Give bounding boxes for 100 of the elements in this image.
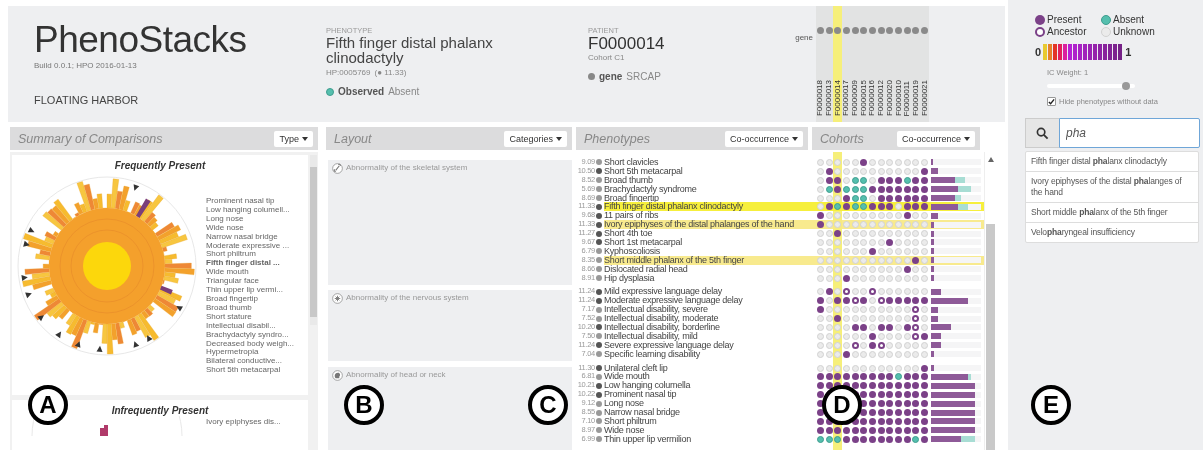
phenotype-label[interactable]: Low hanging columell... [206, 205, 295, 215]
patient-id: F0000013 [825, 79, 834, 116]
phenotype-name[interactable]: Intellectual disability, moderate [604, 314, 812, 324]
patient-column[interactable]: F0000016 [868, 6, 877, 122]
phenotype-label[interactable]: Broad thumb [206, 303, 295, 313]
patient-column[interactable]: F0000010 [894, 6, 903, 122]
phenotype-name[interactable]: Mild expressive language delay [604, 287, 812, 297]
scrollbar-thumb[interactable] [986, 224, 995, 450]
phenotype-name[interactable]: 11 pairs of ribs [604, 211, 812, 221]
caret-icon [556, 136, 562, 141]
phenotype-label[interactable]: Hypermetropia [206, 348, 295, 358]
phenotype-label[interactable]: Decreased body weigh... [206, 339, 295, 349]
patient-id: F0000020 [885, 79, 894, 116]
phenotype-name[interactable]: Narrow nasal bridge [604, 408, 812, 417]
checkbox[interactable] [1047, 97, 1056, 106]
search-field[interactable]: pha [1059, 118, 1200, 148]
patient-column[interactable]: F0000020 [885, 6, 895, 122]
phenotype-label[interactable]: Broad fingertip [206, 294, 295, 304]
suggestion-item[interactable]: Ivory epiphyses of the distal phalanges of the hand [1026, 171, 1198, 202]
ic-dot [596, 203, 602, 210]
patient-column[interactable]: F0000015 [859, 6, 869, 122]
suggestion-item[interactable]: Short middle phalanx of the 5th finger [1026, 202, 1198, 222]
phenotype-name[interactable]: Fifth finger distal phalanx clinodactyly [604, 202, 812, 212]
phenotype-name[interactable]: Broad fingertip [604, 193, 812, 203]
patient-column[interactable]: F0000012 [876, 6, 886, 122]
patient-column[interactable]: F0000019 [911, 6, 921, 122]
slider-thumb[interactable] [1122, 82, 1131, 90]
patient-id: F0000014 [588, 35, 665, 53]
phenotype-label[interactable]: Intellectual disabil... [206, 321, 295, 331]
phenotype-name[interactable]: Hip dysplasia [604, 273, 812, 283]
phenotype-name[interactable]: Thin upper lip vermilion [604, 434, 812, 444]
dropdown-button[interactable]: Categories [504, 130, 567, 147]
phenotype-name[interactable]: Long nose [604, 399, 812, 409]
ic-value: (● 11.33) [374, 68, 407, 77]
suggestion-item[interactable]: Fifth finger distal phalanx clinodactyly [1026, 152, 1198, 171]
phenotype-name[interactable]: Wide nose [604, 425, 812, 435]
phenotype-name[interactable]: Moderate expressive language delay [604, 296, 812, 306]
panel-title: Phenotypes [584, 131, 651, 146]
phenotype-name[interactable]: Ivory epiphyses of the distal phalanges of the hand [604, 220, 812, 230]
highlighted-row[interactable]: Ivory epiphyses of the distal phalanges of the hand [604, 220, 984, 230]
phenotype-label[interactable]: Short 5th metacarpal [206, 366, 295, 376]
highlighted-row[interactable]: Short middle phalanx of the 5th finger [604, 255, 984, 265]
phenotype-label[interactable]: Brachydactyly syndro... [206, 330, 295, 340]
phenotype-name[interactable]: Short 1st metacarpal [604, 238, 812, 247]
gene-label: gene [795, 33, 813, 42]
ic-dot [596, 297, 602, 304]
phenotype-label[interactable]: Ivory epiphyses dis... [206, 418, 281, 427]
patient-column[interactable]: F0000009 [850, 6, 860, 122]
phenotype-label[interactable]: Moderate expressive ... [206, 241, 295, 251]
patient-id: F0000021 [920, 79, 929, 116]
dropdown-button[interactable]: Type [274, 130, 313, 147]
phenotype-label[interactable]: Triangular face [206, 277, 295, 287]
phenotype-name[interactable]: Intellectual disability, severe [604, 305, 812, 315]
dropdown-button[interactable]: Co-occurrence [724, 130, 803, 147]
legend-label: Ancestor [1047, 26, 1087, 37]
status-value: Absent [388, 86, 420, 97]
phenotype-label[interactable]: Prominent nasal tip [206, 197, 295, 206]
ic-dot [596, 351, 602, 358]
phenotype-name[interactable]: Short 4th toe [604, 229, 812, 239]
phenotype-name[interactable]: Low hanging columella [604, 381, 812, 391]
phenotype-name[interactable]: Severe expressive language delay [604, 340, 812, 350]
phenotype-name[interactable]: Broad thumb [604, 175, 812, 185]
phenotype-label[interactable]: Short philtrum [206, 250, 295, 260]
phenotype-name[interactable]: Short middle phalanx of the 5th finger [604, 255, 812, 265]
phenotype-label[interactable]: Narrow nasal bridge [206, 232, 295, 242]
card-title: Infrequently Present [111, 405, 209, 416]
search-button[interactable] [1025, 118, 1059, 148]
phenotype-label[interactable]: Long nose [206, 214, 295, 224]
phenotype-name[interactable]: Kyphoscoliosis [604, 246, 812, 256]
head-icon [332, 369, 343, 381]
phenotype-label[interactable]: Fifth finger distal ... [206, 259, 295, 269]
patient-column[interactable]: F0000011 [902, 6, 912, 122]
patient-column[interactable]: F0000014 [833, 6, 843, 122]
phenotype-name[interactable]: Short 5th metacarpal [604, 166, 812, 176]
patient-column[interactable]: F0000013 [824, 6, 834, 122]
phenotype-label[interactable]: Thin upper lip vermi... [206, 286, 295, 295]
patient-id: F0000012 [877, 79, 886, 116]
phenotype-name[interactable]: Unilateral cleft lip [604, 363, 812, 373]
patient-column[interactable]: F0000021 [920, 6, 929, 122]
dropdown-button[interactable]: Co-occurrence [896, 130, 975, 147]
phenotype-label[interactable]: Short stature [206, 312, 295, 322]
patient-column[interactable]: F0000018 [816, 6, 825, 122]
phenotype-name[interactable]: Short philtrum [604, 416, 812, 426]
phenotype-label[interactable]: Bilateral conductive... [206, 357, 295, 367]
phenotype-label[interactable]: Wide mouth [206, 268, 295, 278]
phenotype-name[interactable]: Intellectual disability, mild [604, 331, 812, 341]
scroll-up-icon[interactable] [987, 157, 994, 162]
suggestion-item[interactable]: Velopharyngeal insufficiency [1026, 222, 1198, 242]
phenotype-name[interactable]: Short clavicles [604, 158, 812, 167]
phenotype-name[interactable]: Specific learning disability [604, 349, 812, 359]
patient-column[interactable]: F0000017 [842, 6, 851, 122]
highlighted-row[interactable]: Fifth finger distal phalanx clinodactyly [604, 202, 984, 212]
ic-dot [596, 382, 602, 389]
phenotype-label[interactable]: Wide nose [206, 223, 295, 233]
ic-dot [596, 221, 602, 228]
phenotype-name[interactable]: Brachydactyly syndrome [604, 184, 812, 194]
phenotype-name[interactable]: Wide mouth [604, 372, 812, 382]
phenotype-name[interactable]: Dislocated radial head [604, 264, 812, 274]
phenotype-name[interactable]: Intellectual disability, borderline [604, 323, 812, 332]
phenotype-name[interactable]: Prominent nasal tip [604, 390, 812, 400]
